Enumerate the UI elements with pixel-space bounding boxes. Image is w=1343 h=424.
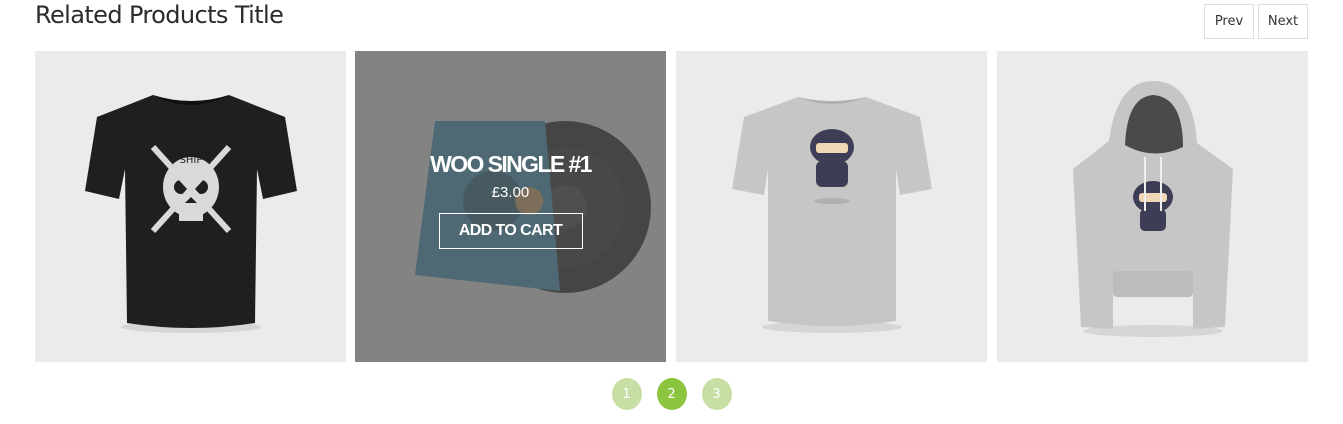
svg-text:SHIP: SHIP: [180, 155, 203, 166]
product-card[interactable]: SHIP: [35, 51, 346, 362]
grey-ninja-hoodie-icon: [997, 51, 1308, 362]
page-dot-1[interactable]: 1: [611, 378, 642, 410]
prev-button[interactable]: Prev: [1204, 4, 1254, 39]
add-to-cart-button[interactable]: ADD TO CART: [438, 212, 583, 249]
pagination-dots: 1 2 3: [0, 378, 1343, 410]
section-title: Related Products Title: [35, 1, 284, 29]
carousel-nav: Prev Next: [1204, 4, 1308, 39]
page-dot-2[interactable]: 2: [656, 378, 687, 410]
next-button[interactable]: Next: [1258, 4, 1308, 39]
product-carousel: SHIP WOO SINGLE #1 £3.00 ADD TO CART: [35, 51, 1308, 362]
product-card[interactable]: [676, 51, 987, 362]
product-name[interactable]: WOO SINGLE #1: [430, 151, 592, 178]
product-card[interactable]: WOO SINGLE #1 £3.00 ADD TO CART: [355, 51, 666, 362]
page-dot-3[interactable]: 3: [701, 378, 732, 410]
product-hover-overlay: WOO SINGLE #1 £3.00 ADD TO CART: [355, 51, 666, 362]
product-card[interactable]: [997, 51, 1308, 362]
grey-ninja-tshirt-icon: [676, 51, 987, 362]
product-price: £3.00: [491, 183, 530, 201]
black-skull-tshirt-icon: SHIP: [35, 51, 346, 362]
